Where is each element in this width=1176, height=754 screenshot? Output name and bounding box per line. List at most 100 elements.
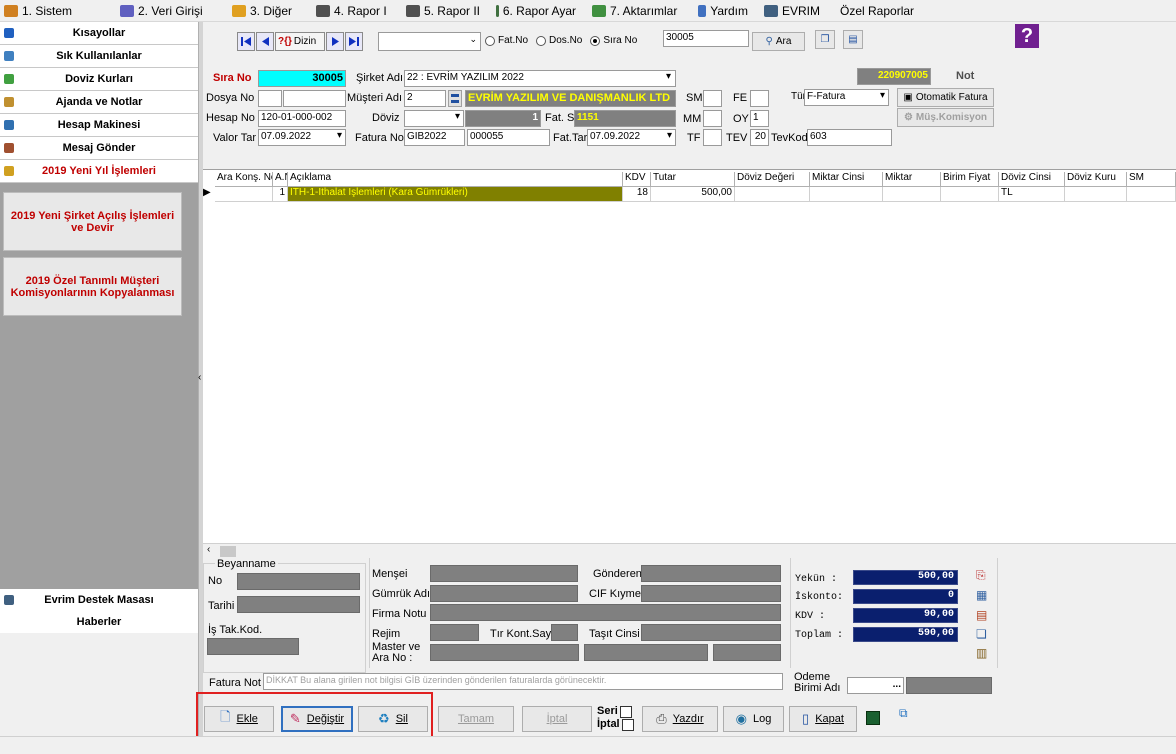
master-no-field[interactable]: [430, 644, 579, 661]
menu-item[interactable]: Yardım: [690, 0, 756, 22]
dosya-no-prefix[interactable]: [258, 90, 282, 107]
sidebar-item[interactable]: 2019 Yeni Yıl İşlemleri: [0, 160, 198, 183]
tf-field[interactable]: [703, 129, 722, 146]
table-cell[interactable]: [941, 187, 999, 202]
sira-no-field[interactable]: 30005: [258, 70, 346, 87]
tevkod-field[interactable]: 603: [807, 129, 892, 146]
column-header[interactable]: Döviz Cinsi: [999, 172, 1065, 187]
horizontal-scrollbar[interactable]: ‹: [203, 543, 1176, 558]
column-header[interactable]: Açıklama: [288, 172, 623, 187]
first-record-button[interactable]: [237, 32, 255, 51]
fatura-seri-field[interactable]: GIB2022: [404, 129, 465, 146]
menu-item[interactable]: 3. Diğer: [224, 0, 308, 22]
sm-field[interactable]: [703, 90, 722, 107]
record-combo[interactable]: ⌄: [378, 32, 481, 51]
discount-icon[interactable]: ▦: [976, 588, 987, 602]
sidebar-item[interactable]: Ajanda ve Notlar: [0, 91, 198, 114]
valor-tar-field[interactable]: 07.09.2022 ▾: [258, 129, 346, 146]
next-record-button[interactable]: [326, 32, 344, 51]
search-option-radio[interactable]: Sıra No: [590, 35, 637, 46]
copy-button[interactable]: ❐: [815, 30, 835, 49]
sidebar-bottom-item[interactable]: Haberler: [0, 611, 198, 634]
iptal-checkbox[interactable]: [621, 718, 634, 731]
fatura-not-field[interactable]: DİKKAT Bu alana girilen not bilgisi GİB …: [263, 673, 783, 690]
search-option-radio[interactable]: Dos.No: [536, 35, 582, 46]
column-header[interactable]: Döviz Kuru: [1065, 172, 1127, 187]
gonderen-field[interactable]: [641, 565, 781, 582]
column-header[interactable]: Tutar: [651, 172, 735, 187]
otomatik-fatura-button[interactable]: ▣ Otomatik Fatura: [897, 88, 994, 107]
add-row-icon[interactable]: ⎘: [976, 568, 986, 583]
fatura-no-field[interactable]: 000055: [467, 129, 550, 146]
seri-checkbox[interactable]: [619, 705, 632, 718]
rejim-field[interactable]: [430, 624, 479, 641]
calculator-small-icon[interactable]: ▥: [976, 646, 987, 660]
sirket-adi-select[interactable]: 22 : EVRİM YAZILIM 2022 ▾: [404, 70, 676, 87]
table-cell[interactable]: [810, 187, 883, 202]
sidebar-bottom-item[interactable]: Evrim Destek Masası: [0, 589, 198, 612]
ara-no-field[interactable]: [584, 644, 708, 661]
table-cell[interactable]: [1065, 187, 1127, 202]
sidebar-item[interactable]: Doviz Kurları: [0, 68, 198, 91]
scroll-left-icon[interactable]: ‹: [207, 544, 210, 555]
document-button[interactable]: ▤: [843, 30, 863, 49]
column-header[interactable]: Döviz Değeri: [735, 172, 810, 187]
collapse-arrow-icon[interactable]: ‹: [198, 372, 201, 383]
column-header[interactable]: Miktar Cinsi: [810, 172, 883, 187]
table-cell[interactable]: 500,00: [651, 187, 735, 202]
fe-field[interactable]: [750, 90, 769, 107]
print-icon[interactable]: ▤: [976, 608, 987, 622]
search-input[interactable]: 30005: [663, 30, 749, 47]
menu-item[interactable]: EVRIM: [756, 0, 832, 22]
iptal-button[interactable]: İptal: [522, 706, 592, 732]
gumruk-adi-field[interactable]: [430, 585, 578, 602]
mus-komisyon-button[interactable]: ⚙ Müş.Komisyon: [897, 108, 994, 127]
sidebar-action-button[interactable]: 2019 Yeni Şirket Açılış İşlemleri ve Dev…: [3, 192, 182, 251]
mensei-field[interactable]: [430, 565, 578, 582]
menu-item[interactable]: 7. Aktarımlar: [584, 0, 690, 22]
search-button[interactable]: ⚲ Ara: [752, 32, 805, 51]
table-cell[interactable]: [1127, 187, 1176, 202]
last-record-button[interactable]: [345, 32, 363, 51]
customer-lookup-icon[interactable]: [448, 90, 462, 107]
sidebar-item[interactable]: Mesaj Gönder: [0, 137, 198, 160]
sidebar-action-button[interactable]: 2019 Özel Tanımlı Müşteri Komisyonlarını…: [3, 257, 182, 316]
previous-record-button[interactable]: [256, 32, 274, 51]
scrollbar-thumb[interactable]: [220, 546, 236, 557]
sidebar-item[interactable]: Hesap Makinesi: [0, 114, 198, 137]
help-icon[interactable]: ?: [1015, 24, 1039, 48]
log-button[interactable]: ◉ Log: [723, 706, 784, 732]
tamam-button[interactable]: Tamam: [438, 706, 514, 732]
sidebar-item[interactable]: Kısayollar: [0, 22, 198, 45]
dosya-no-field[interactable]: [283, 90, 346, 107]
column-header[interactable]: Ara Konş. No: [215, 172, 273, 187]
column-header[interactable]: A.No: [273, 172, 288, 187]
table-cell[interactable]: TL: [999, 187, 1065, 202]
tasit-cinsi-field[interactable]: [641, 624, 781, 641]
cif-kiymet-field[interactable]: [641, 585, 781, 602]
table-cell[interactable]: 1: [273, 187, 288, 202]
table-cell[interactable]: [883, 187, 941, 202]
column-header[interactable]: Miktar: [883, 172, 941, 187]
oy-field[interactable]: 1: [750, 110, 769, 127]
sidebar-item[interactable]: Sık Kullanılanlar: [0, 45, 198, 68]
yazdir-button[interactable]: ⎙ Yazdır: [642, 706, 718, 732]
column-header[interactable]: KDV: [623, 172, 651, 187]
windows-icon[interactable]: ⧉: [899, 706, 908, 721]
calculator-icon[interactable]: [866, 711, 880, 725]
export-icon[interactable]: ❏: [976, 627, 987, 641]
doviz-select[interactable]: ▾: [404, 110, 464, 127]
mm-field[interactable]: [703, 110, 722, 127]
beyanname-tarihi-field[interactable]: [237, 596, 360, 613]
dizin-button[interactable]: ?{} Dizin: [275, 32, 325, 51]
menu-item[interactable]: Özel Raporlar: [832, 0, 922, 22]
menu-item[interactable]: 5. Rapor II: [398, 0, 488, 22]
menu-item[interactable]: 1. Sistem: [0, 0, 112, 22]
ara-no-extra-field[interactable]: [713, 644, 781, 661]
column-header[interactable]: SM: [1127, 172, 1176, 187]
odeme-lookup-button[interactable]: ...: [847, 677, 904, 694]
tev-field[interactable]: 20: [750, 129, 769, 146]
tir-kont-say-field[interactable]: [551, 624, 578, 641]
is-tak-kod-field[interactable]: [207, 638, 299, 655]
musteri-code-field[interactable]: 2: [404, 90, 446, 107]
